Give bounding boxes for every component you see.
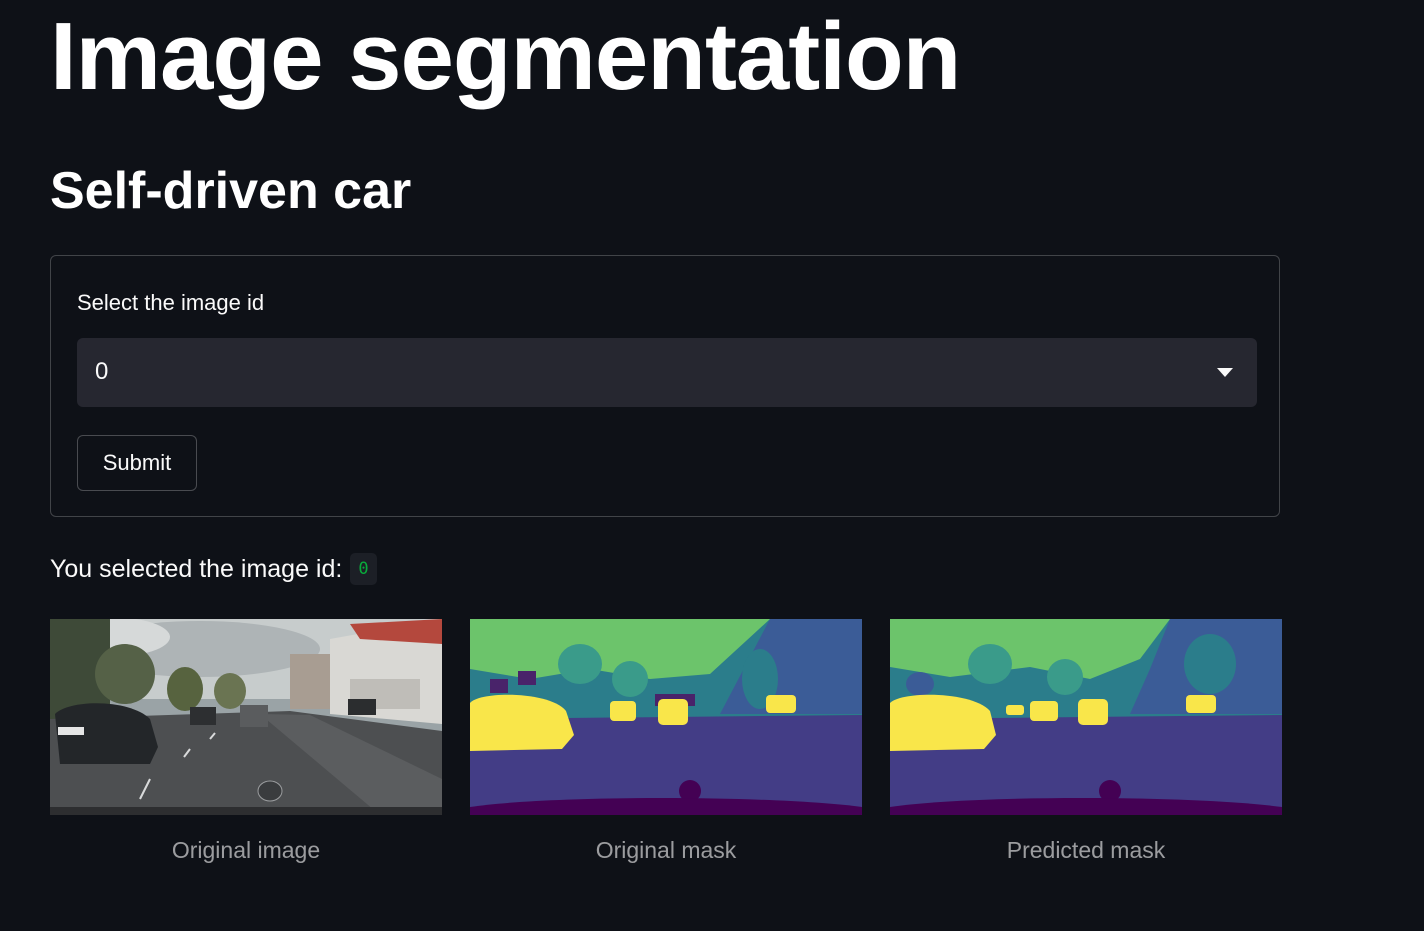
original-mask-caption: Original mask bbox=[595, 837, 737, 863]
original-mask-figure: Original mask bbox=[470, 619, 862, 864]
select-label: Select the image id bbox=[77, 290, 265, 315]
predicted-mask-caption: Predicted mask bbox=[1006, 837, 1166, 863]
original-image-figure: Original image bbox=[50, 619, 442, 864]
predicted-mask-figure: Predicted mask bbox=[890, 619, 1282, 864]
result-text: You selected the image id: bbox=[50, 554, 343, 583]
predicted-mask bbox=[890, 619, 1282, 815]
selection-result: You selected the image id: 0 bbox=[50, 553, 377, 585]
chevron-down-icon[interactable] bbox=[1217, 368, 1233, 377]
submit-button[interactable]: Submit bbox=[77, 435, 197, 491]
original-mask bbox=[470, 619, 862, 815]
image-select-form: Select the image id 0 Submit bbox=[50, 255, 1280, 517]
image-id-select[interactable]: 0 bbox=[77, 338, 1257, 407]
result-code-value: 0 bbox=[350, 553, 377, 585]
page-subtitle: Self-driven car bbox=[50, 162, 412, 220]
select-value: 0 bbox=[95, 358, 109, 385]
streamlit-app: Image segmentation Self-driven car Selec… bbox=[0, 0, 1424, 931]
original-image-caption: Original image bbox=[171, 837, 321, 863]
original-image bbox=[50, 619, 442, 815]
page-title: Image segmentation bbox=[50, 3, 961, 110]
